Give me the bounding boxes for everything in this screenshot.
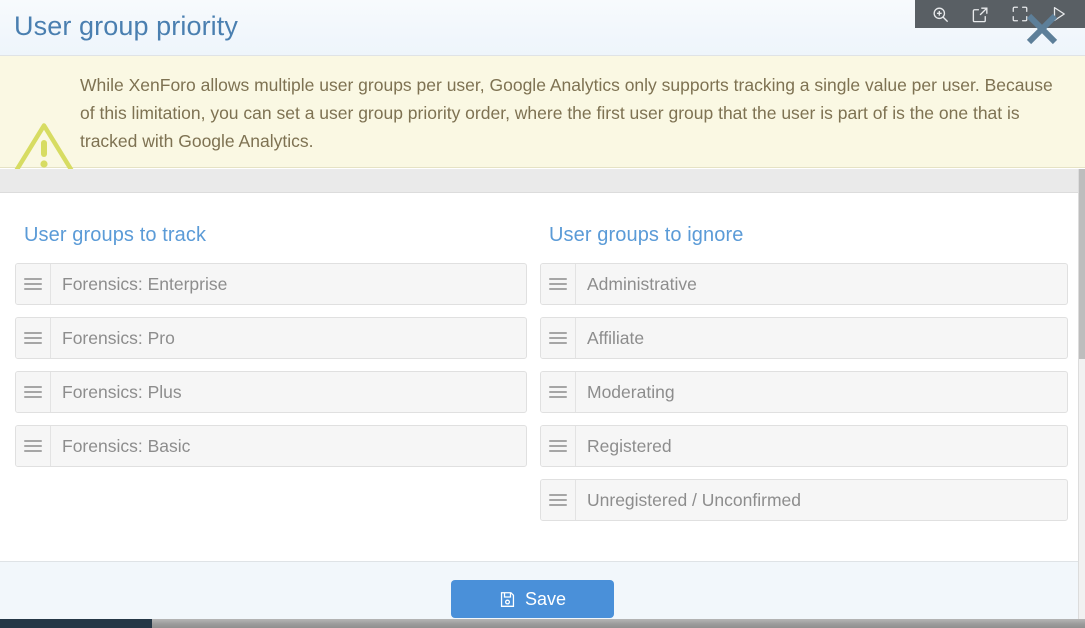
list-item-label: Forensics: Pro [62,327,175,348]
close-icon[interactable] [1021,8,1063,50]
column-user-groups-to-ignore: User groups to ignore Administrative Aff… [540,193,1068,533]
list-item-label: Forensics: Basic [62,435,191,456]
drag-handle-icon[interactable] [541,480,576,520]
list-item[interactable]: Unregistered / Unconfirmed [540,479,1068,521]
sortable-list-ignore[interactable]: Administrative Affiliate Moderating Regi… [540,247,1068,521]
horizontal-scrollbar[interactable] [0,619,1085,628]
drag-handle-icon[interactable] [541,426,576,466]
list-item[interactable]: Administrative [540,263,1068,305]
sortable-list-track[interactable]: Forensics: Enterprise Forensics: Pro For… [15,247,527,467]
drag-handle-icon[interactable] [541,372,576,412]
section-separator-band [0,169,1085,193]
drag-handle-icon[interactable] [541,318,576,358]
list-item[interactable]: Forensics: Pro [15,317,527,359]
list-item[interactable]: Forensics: Basic [15,425,527,467]
warning-notice: While XenForo allows multiple user group… [0,56,1085,177]
list-item[interactable]: Forensics: Plus [15,371,527,413]
vertical-scrollbar[interactable] [1078,169,1085,619]
dialog-footer: Save [0,561,1085,619]
list-item-label: Moderating [587,381,675,402]
drag-handle-icon[interactable] [541,264,576,304]
open-in-new-icon[interactable] [967,3,993,25]
zoom-in-icon[interactable] [928,3,954,25]
list-item[interactable]: Moderating [540,371,1068,413]
drag-handle-icon[interactable] [16,372,51,412]
horizontal-scrollbar-thumb[interactable] [0,619,152,628]
list-item-label: Unregistered / Unconfirmed [587,489,801,510]
user-group-priority-dialog: User group priority While XenForo allows… [0,0,1085,628]
page-title: User group priority [14,11,238,41]
list-item[interactable]: Affiliate [540,317,1068,359]
drag-handle-icon[interactable] [16,318,51,358]
list-item-label: Forensics: Enterprise [62,273,228,294]
column-user-groups-to-track: User groups to track Forensics: Enterpri… [15,193,527,479]
floppy-disk-icon [499,591,516,608]
column-heading-track: User groups to track [24,224,207,246]
sortable-columns-area: User groups to track Forensics: Enterpri… [0,193,1085,561]
drag-handle-icon[interactable] [16,426,51,466]
column-heading-ignore: User groups to ignore [549,224,744,246]
drag-handle-icon[interactable] [16,264,51,304]
list-item-label: Administrative [587,273,697,294]
list-item-label: Forensics: Plus [62,381,182,402]
list-item[interactable]: Forensics: Enterprise [15,263,527,305]
list-item-label: Affiliate [587,327,645,348]
list-item-label: Registered [587,435,672,456]
warning-notice-text: While XenForo allows multiple user group… [80,75,1053,151]
save-button-label: Save [524,589,567,609]
list-item[interactable]: Registered [540,425,1068,467]
vertical-scrollbar-thumb[interactable] [1079,169,1085,359]
save-button[interactable]: Save [451,580,614,618]
